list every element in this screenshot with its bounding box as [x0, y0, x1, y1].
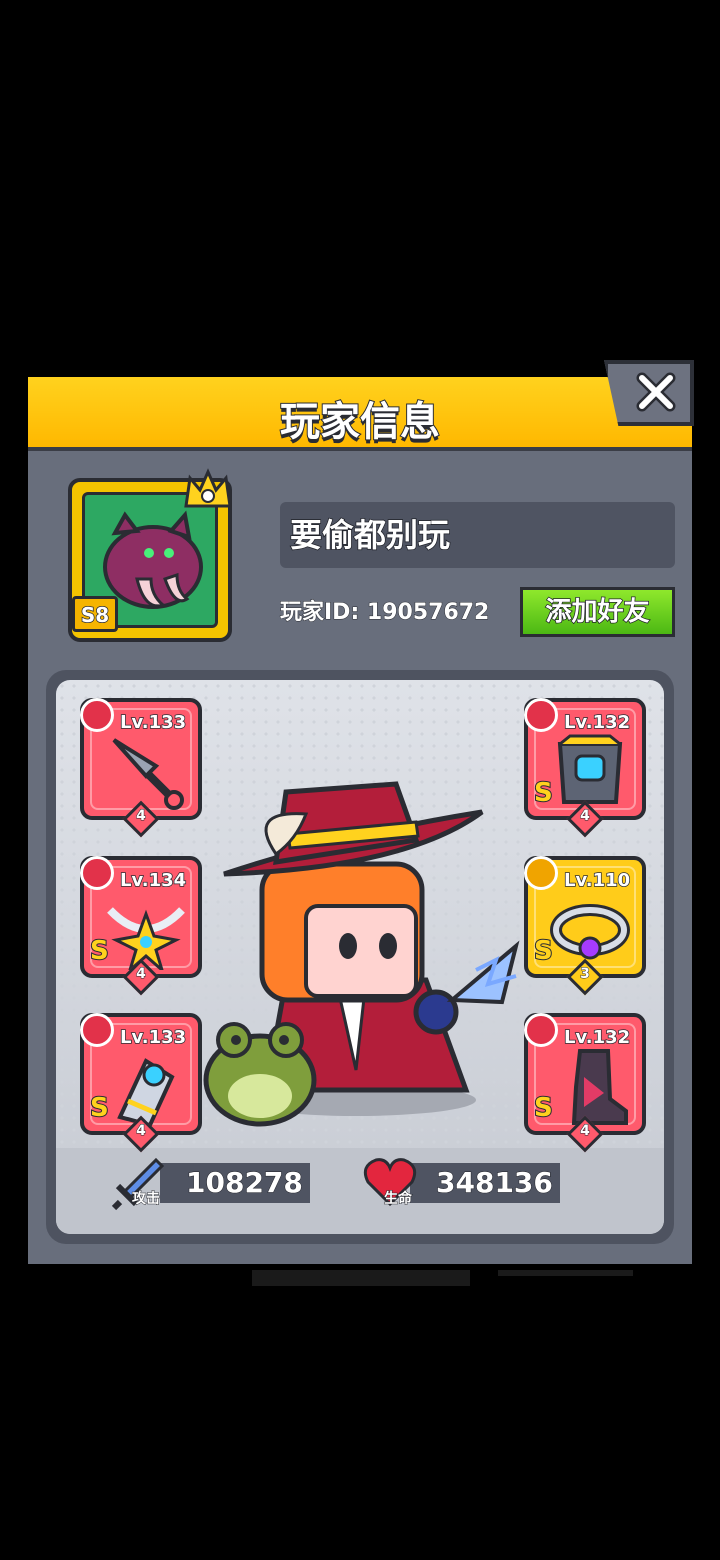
hp-value: 348136: [410, 1163, 560, 1203]
equip-grade: S: [89, 935, 110, 967]
add-friend-button[interactable]: 添加好友: [520, 587, 675, 637]
belt-ring-icon: [550, 904, 630, 960]
season-badge: S8: [72, 596, 118, 632]
equip-level: Lv.132: [563, 711, 631, 734]
close-button[interactable]: [604, 360, 694, 426]
equip-stars: 4: [136, 808, 147, 825]
glove-icon: [80, 1013, 114, 1047]
equip-slot-necklace[interactable]: Lv.134 S 4: [80, 856, 202, 996]
star-necklace-icon: [107, 907, 185, 970]
equip-grade: S: [533, 777, 554, 809]
equip-stars: 4: [580, 1123, 591, 1140]
player-id: 玩家ID: 19057672: [279, 600, 490, 626]
equip-slot-belt[interactable]: Lv.110 S 3: [524, 856, 646, 996]
attack-value: 108278: [160, 1163, 310, 1203]
dialog-header: 玩家信息: [28, 377, 692, 451]
equip-stars: 4: [580, 808, 591, 825]
equip-slot-armor[interactable]: Lv.132 S 4: [524, 698, 646, 838]
equip-level: Lv.133: [119, 711, 187, 734]
kunai-icon: [112, 738, 184, 810]
belt-icon: [524, 856, 558, 890]
armor-icon: [524, 698, 558, 732]
equip-level: Lv.132: [563, 1026, 631, 1049]
equip-slot-weapon[interactable]: Lv.133 4: [80, 698, 202, 838]
attack-label: 攻击: [132, 1191, 161, 1208]
pet-crown-icon: [184, 468, 232, 508]
equip-grade: S: [89, 1092, 110, 1124]
dialog-title: 玩家信息: [279, 398, 441, 446]
footer-bar: [498, 1270, 633, 1276]
footer-bar: [252, 1270, 470, 1286]
equip-stars: 4: [136, 966, 147, 983]
equip-grade: S: [533, 1092, 554, 1124]
hp-label: 生命: [384, 1191, 413, 1208]
equip-level: Lv.133: [119, 1026, 187, 1049]
equip-stars: 3: [580, 966, 591, 983]
equip-slot-gloves[interactable]: Lv.133 S 4: [80, 1013, 202, 1153]
sword-icon: [80, 698, 114, 732]
armored-boot-icon: [571, 1049, 628, 1125]
equip-stars: 4: [136, 1123, 147, 1140]
equip-level: Lv.110: [563, 869, 631, 892]
gauntlet-icon: [117, 1058, 175, 1127]
necklace-icon: [80, 856, 114, 890]
equip-slot-boots[interactable]: Lv.132 S 4: [524, 1013, 646, 1153]
frog-pet-icon: [203, 1022, 317, 1127]
player-name: 要偷都别玩: [280, 502, 675, 568]
equip-grade: S: [533, 935, 554, 967]
close-icon: [636, 372, 676, 412]
boot-icon: [524, 1013, 558, 1047]
equip-level: Lv.134: [119, 869, 187, 892]
chest-armor-icon: [557, 734, 623, 804]
